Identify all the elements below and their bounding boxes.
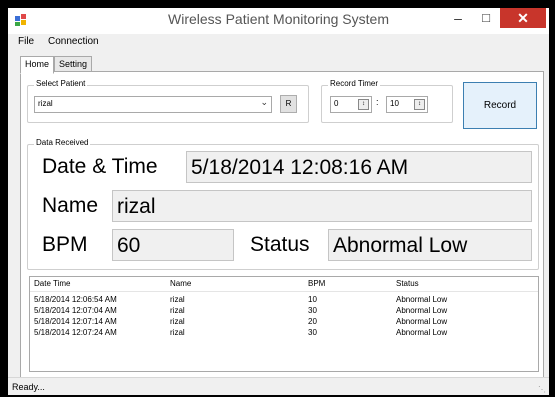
record-timer-group: Record Timer 0 ↕ : 10 ↕ xyxy=(321,79,453,123)
menu-file[interactable]: File xyxy=(18,36,34,47)
table-row[interactable]: 5/18/2014 12:06:54 AM rizal 10 Abnormal … xyxy=(30,293,538,304)
cell-datetime: 5/18/2014 12:07:14 AM xyxy=(34,317,117,326)
status-value: Abnormal Low xyxy=(328,229,532,261)
datetime-value: 5/18/2014 12:08:16 AM xyxy=(186,151,532,183)
stepper-arrows-icon[interactable]: ↕ xyxy=(414,99,425,110)
column-header-datetime[interactable]: Date Time xyxy=(34,279,70,288)
readings-listview[interactable]: Date Time Name BPM Status 5/18/2014 12:0… xyxy=(29,276,539,372)
status-label: Status xyxy=(250,233,310,256)
listview-header: Date Time Name BPM Status xyxy=(30,277,538,292)
title-bar: Wireless Patient Monitoring System – □ ✕ xyxy=(8,8,549,34)
cell-bpm: 30 xyxy=(308,306,317,315)
table-row[interactable]: 5/18/2014 12:07:14 AM rizal 20 Abnormal … xyxy=(30,315,538,326)
home-panel: Select Patient rizal ⌄ R Record Timer 0 … xyxy=(20,71,544,379)
timer-seconds-stepper[interactable]: 10 ↕ xyxy=(386,96,428,113)
table-row[interactable]: 5/18/2014 12:07:24 AM rizal 30 Abnormal … xyxy=(30,326,538,337)
minimize-icon[interactable]: – xyxy=(448,10,468,28)
status-text: Ready... xyxy=(12,382,45,392)
cell-bpm: 20 xyxy=(308,317,317,326)
column-header-name[interactable]: Name xyxy=(170,279,191,288)
timer-minutes-stepper[interactable]: 0 ↕ xyxy=(330,96,372,113)
cell-bpm: 10 xyxy=(308,295,317,304)
cell-name: rizal xyxy=(170,328,185,337)
bpm-value: 60 xyxy=(112,229,234,261)
cell-datetime: 5/18/2014 12:07:04 AM xyxy=(34,306,117,315)
name-value: rizal xyxy=(112,190,532,222)
cell-name: rizal xyxy=(170,306,185,315)
refresh-button[interactable]: R xyxy=(280,95,297,113)
cell-datetime: 5/18/2014 12:07:24 AM xyxy=(34,328,117,337)
cell-status: Abnormal Low xyxy=(396,328,448,337)
cell-name: rizal xyxy=(170,317,185,326)
stepper-arrows-icon[interactable]: ↕ xyxy=(358,99,369,110)
patient-combobox[interactable]: rizal ⌄ xyxy=(34,96,272,113)
record-button[interactable]: Record xyxy=(463,82,537,129)
table-row[interactable]: 5/18/2014 12:07:04 AM rizal 30 Abnormal … xyxy=(30,304,538,315)
tab-home[interactable]: Home xyxy=(20,56,55,74)
maximize-icon[interactable]: □ xyxy=(476,10,496,28)
resize-grip-icon[interactable]: ⋱ xyxy=(538,385,546,394)
cell-status: Abnormal Low xyxy=(396,295,448,304)
bpm-label: BPM xyxy=(42,233,88,256)
cell-datetime: 5/18/2014 12:06:54 AM xyxy=(34,295,117,304)
record-timer-label: Record Timer xyxy=(328,79,381,88)
status-bar: Ready... ⋱ xyxy=(8,377,549,395)
cell-bpm: 30 xyxy=(308,328,317,337)
patient-combobox-value: rizal xyxy=(38,99,53,108)
timer-minutes-value: 0 xyxy=(334,99,339,108)
app-window: Wireless Patient Monitoring System – □ ✕… xyxy=(8,8,549,395)
data-received-group: Data Received Date & Time 5/18/2014 12:0… xyxy=(27,138,539,270)
close-icon[interactable]: ✕ xyxy=(500,8,546,28)
timer-separator: : xyxy=(376,97,379,107)
timer-seconds-value: 10 xyxy=(390,99,399,108)
cell-status: Abnormal Low xyxy=(396,317,448,326)
chevron-down-icon[interactable]: ⌄ xyxy=(260,97,268,108)
cell-status: Abnormal Low xyxy=(396,306,448,315)
menu-bar: File Connection xyxy=(8,34,549,52)
datetime-label: Date & Time xyxy=(42,155,158,178)
cell-name: rizal xyxy=(170,295,185,304)
column-header-status[interactable]: Status xyxy=(396,279,419,288)
name-label: Name xyxy=(42,194,99,217)
column-header-bpm[interactable]: BPM xyxy=(308,279,325,288)
menu-connection[interactable]: Connection xyxy=(48,36,99,47)
select-patient-group: Select Patient rizal ⌄ R xyxy=(27,79,309,123)
select-patient-label: Select Patient xyxy=(34,79,88,88)
data-received-label: Data Received xyxy=(34,138,91,147)
